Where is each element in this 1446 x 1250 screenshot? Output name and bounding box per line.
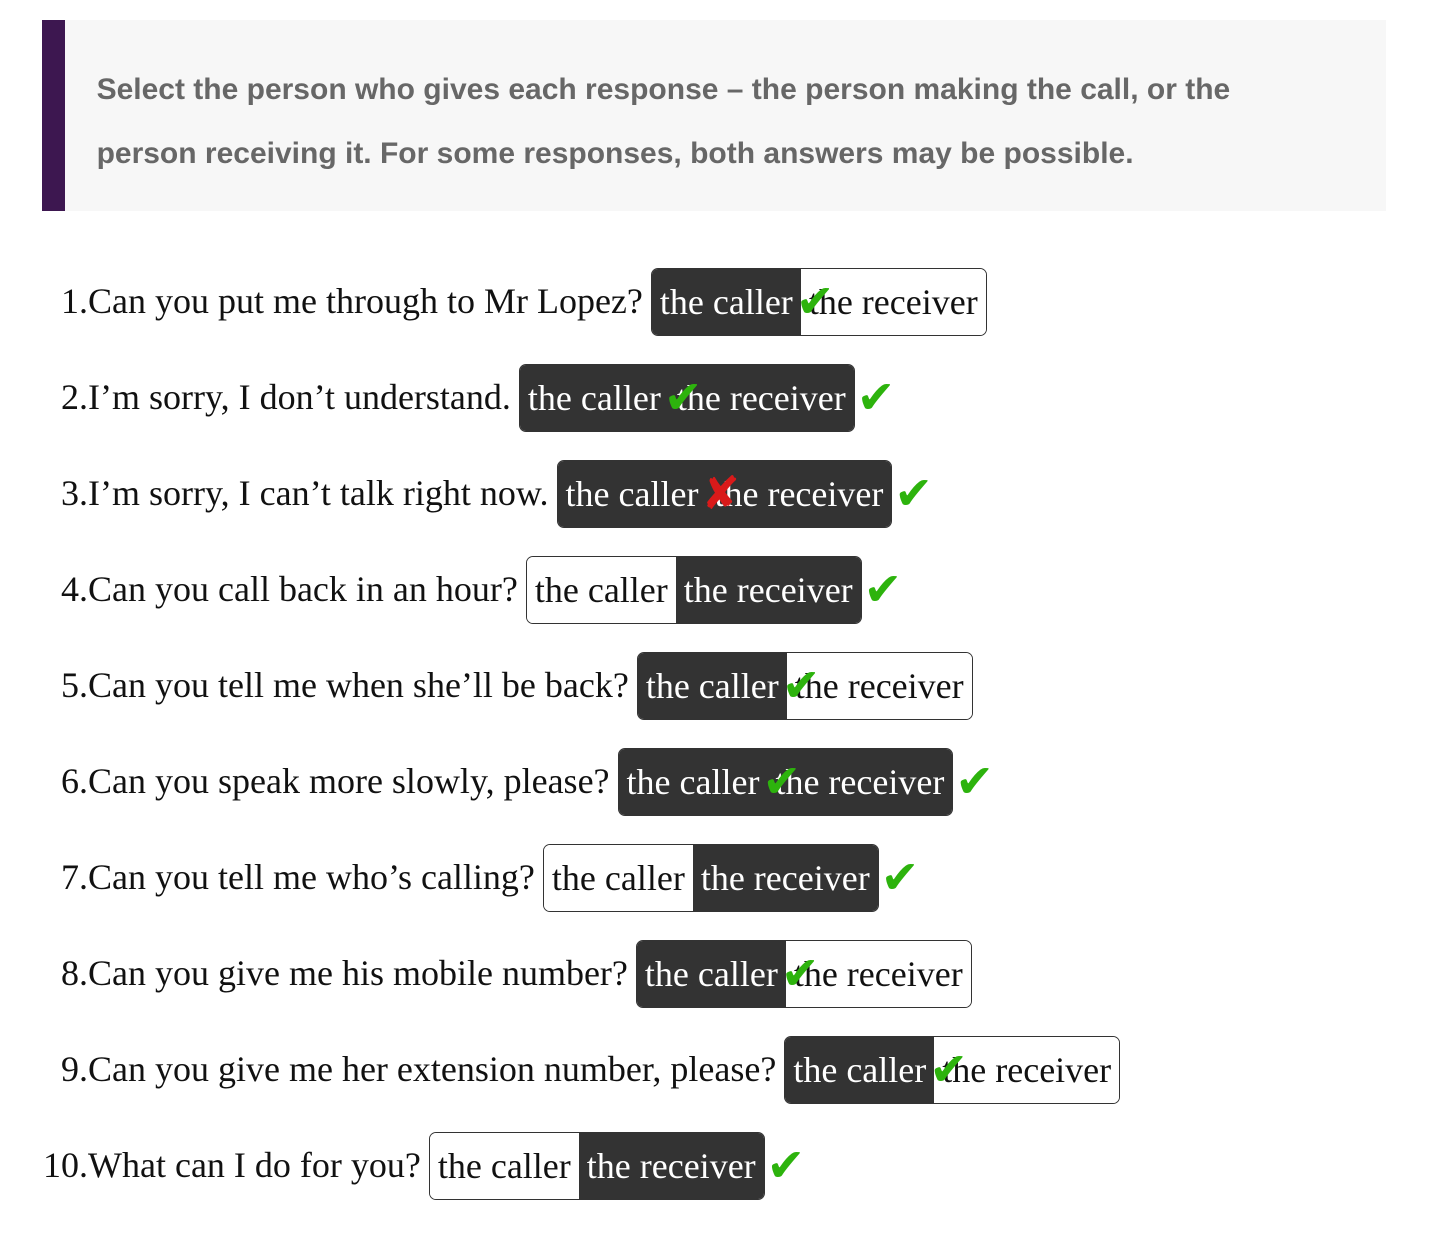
option-caller[interactable]: the caller (429, 1133, 579, 1199)
checkmark-icon: ✔ (762, 754, 802, 808)
question-number: 10. (43, 1145, 88, 1185)
question-text: Can you put me through to Mr Lopez? (88, 281, 643, 321)
question-number: 6. (61, 761, 88, 801)
checkmark-icon: ✔ (929, 1042, 968, 1096)
question-number: 7. (61, 857, 88, 897)
question-number: 8. (61, 953, 88, 993)
question-number: 9. (61, 1049, 88, 1089)
question-row: 5. Can you tell me when she’ll be back? th… (0, 652, 1120, 748)
option-caller[interactable]: the caller (519, 365, 669, 431)
answer-selector-wrapper: the caller the receiver ✔ (650, 268, 987, 336)
answer-selector: the caller the receiver (542, 844, 879, 912)
answer-selector-wrapper: the caller the receiver ✔ ✔ (617, 748, 994, 816)
instructions-box: Select the person who gives each respons… (42, 20, 1386, 211)
option-caller[interactable]: the caller (651, 269, 801, 335)
option-caller[interactable]: the caller (557, 461, 707, 527)
checkmark-icon: ✔ (781, 658, 821, 712)
question-row: 9. Can you give me her extension number, … (0, 1036, 1121, 1132)
answer-selector-wrapper: the caller the receiver ✘ ✔ (556, 460, 933, 528)
question-text: Can you give me her extension number, pl… (88, 1049, 777, 1089)
question-row: 7. Can you tell me who’s calling? the call… (0, 844, 1120, 940)
question-list: 1. Can you put me through to Mr Lopez? the… (0, 268, 1121, 1228)
answer-selector-wrapper: the caller the receiver ✔ ✔ (518, 364, 896, 432)
question-text: Can you call back in an hour? (88, 569, 518, 609)
question-row: 3. I’m sorry, I can’t talk right now. the … (0, 460, 1120, 556)
checkmark-icon: ✔ (766, 1138, 806, 1192)
question-text: Can you tell me when she’ll be back? (88, 665, 629, 705)
checkmark-icon: ✔ (795, 274, 835, 328)
answer-selector: the caller the receiver (525, 556, 862, 624)
question-number: 4. (61, 569, 88, 609)
question-row: 1. Can you put me through to Mr Lopez? the… (0, 268, 1120, 364)
checkmark-icon: ✔ (880, 850, 920, 904)
answer-selector-wrapper: the caller the receiver ✔ (784, 1036, 1121, 1104)
checkmark-icon: ✔ (894, 466, 933, 520)
option-caller[interactable]: the caller (543, 845, 693, 911)
cross-icon: ✘ (701, 466, 741, 520)
question-text: I’m sorry, I can’t talk right now. (88, 473, 549, 513)
question-row: 4. Can you call back in an hour? the calle… (0, 556, 1120, 652)
question-number: 2. (61, 377, 88, 417)
accent-bar (42, 20, 65, 211)
answer-selector: the caller the receiver (428, 1132, 765, 1200)
checkmark-icon: ✔ (856, 370, 896, 424)
question-text: Can you tell me who’s calling? (88, 857, 535, 897)
answer-selector-wrapper: the caller the receiver ✔ (635, 940, 972, 1008)
checkmark-icon: ✔ (863, 562, 903, 616)
instructions-text: Select the person who gives each respons… (96, 73, 1231, 170)
checkmark-icon: ✔ (955, 754, 994, 808)
question-row: 10. What can I do for you? the caller the r… (0, 1132, 1120, 1228)
answer-selector-wrapper: the caller the receiver ✔ (542, 844, 920, 912)
option-receiver[interactable]: the receiver (578, 1133, 764, 1199)
checkmark-icon: ✔ (780, 946, 820, 1000)
question-number: 3. (61, 473, 88, 513)
question-number: 1. (61, 281, 88, 321)
question-row: 2. I’m sorry, I don’t understand. the call… (0, 364, 1120, 460)
question-number: 5. (61, 665, 88, 705)
option-caller[interactable]: the caller (636, 941, 786, 1007)
option-receiver[interactable]: the receiver (675, 557, 861, 623)
question-text: Can you give me his mobile number? (88, 953, 628, 993)
option-caller[interactable]: the caller (526, 557, 676, 623)
question-text: Can you speak more slowly, please? (88, 761, 610, 801)
answer-selector-wrapper: the caller the receiver ✔ (525, 556, 903, 624)
question-row: 8. Can you give me his mobile number? the … (0, 940, 1120, 1036)
question-text: What can I do for you? (88, 1145, 421, 1185)
question-text: I’m sorry, I don’t understand. (88, 377, 511, 417)
option-caller[interactable]: the caller (785, 1037, 935, 1103)
option-caller[interactable]: the caller (618, 749, 768, 815)
checkmark-icon: ✔ (663, 370, 703, 424)
option-receiver[interactable]: the receiver (692, 845, 878, 911)
question-row: 6. Can you speak more slowly, please? the … (0, 748, 1120, 844)
option-caller[interactable]: the caller (637, 653, 787, 719)
answer-selector-wrapper: the caller the receiver ✔ (428, 1132, 806, 1200)
answer-selector-wrapper: the caller the receiver ✔ (636, 652, 973, 720)
